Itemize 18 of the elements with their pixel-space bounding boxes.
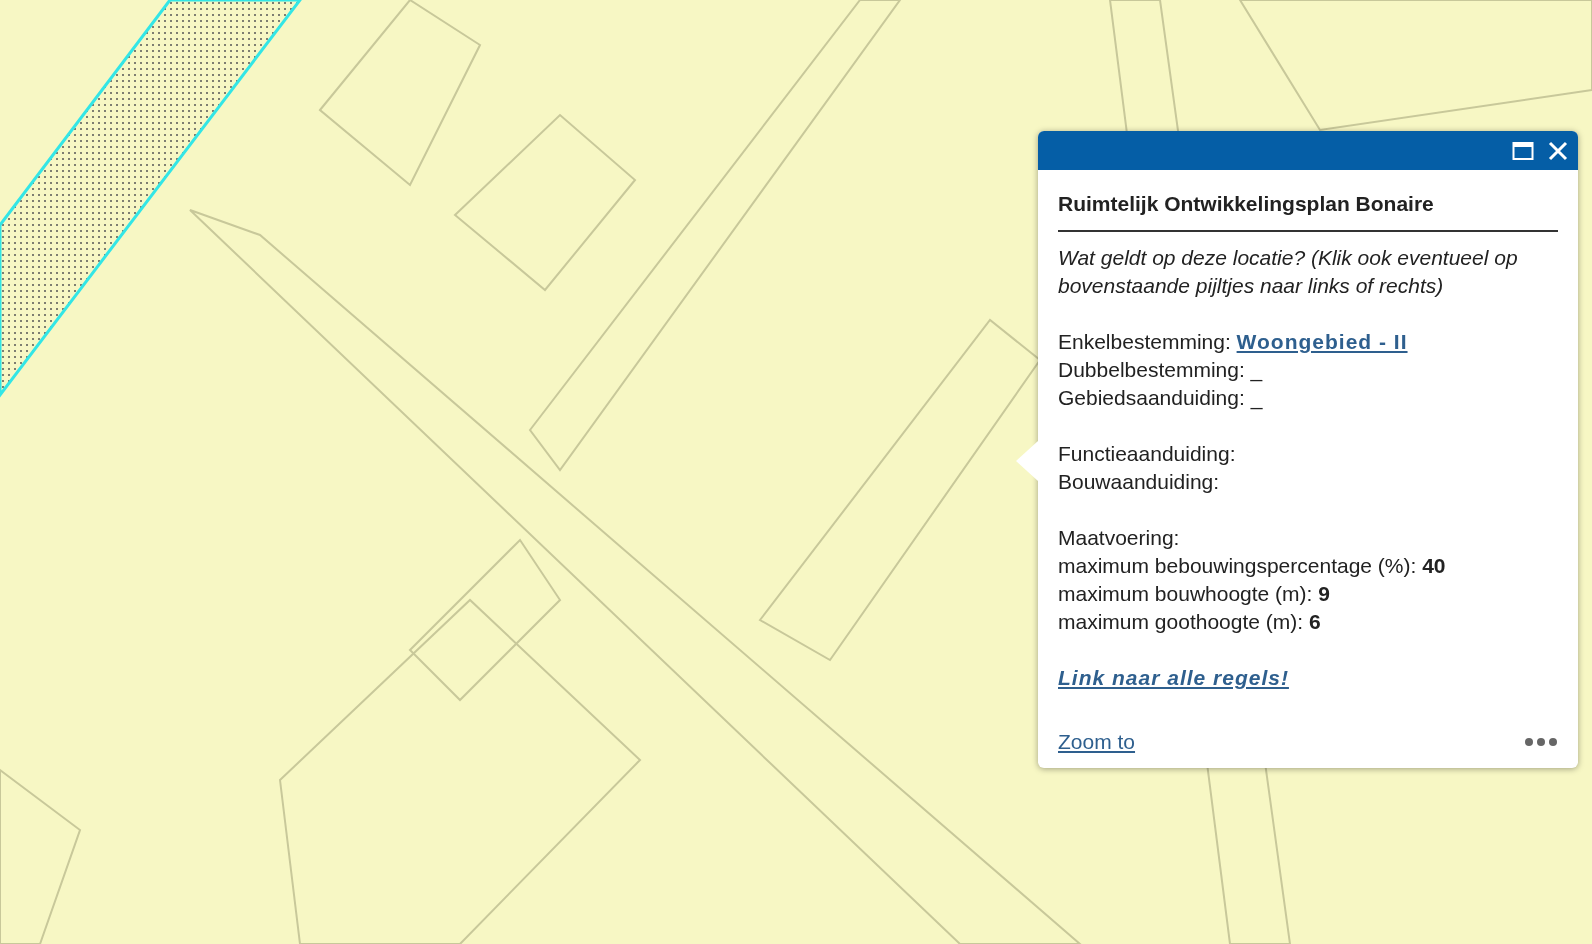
attribute-line: maximum bouwhoogte (m): 9 [1058, 581, 1331, 607]
zoom-to-link[interactable]: Zoom to [1058, 730, 1136, 754]
maximize-icon [1512, 140, 1534, 161]
attribute-line: Functieaanduiding: [1058, 441, 1237, 467]
attribute-line: Gebiedsaanduiding: _ [1058, 385, 1264, 412]
more-button[interactable] [1524, 737, 1558, 747]
popup-title: Ruimtelijk Ontwikkelingsplan Bonaire [1058, 190, 1558, 232]
close-icon [1548, 140, 1568, 161]
attribute-line: maximum bebouwingspercentage (%): 40 [1058, 553, 1447, 579]
rules-link[interactable]: Link naar alle regels! [1058, 666, 1289, 689]
value-link[interactable]: Woongebied - II [1236, 330, 1408, 353]
more-icon [1524, 737, 1558, 747]
attribute-line: maximum goothoogte (m): 6 [1058, 609, 1322, 635]
intro-text: Wat geldt op deze locatie? (Klik ook eventueel op bovenstaande pijltjes naar links of rechts) [1058, 245, 1519, 299]
attribute-line: Bouwaanduiding: [1058, 469, 1221, 495]
attribute-line: Enkelbestemming: Woongebied - II [1058, 329, 1409, 355]
attribute-line: Maatvoering: [1058, 525, 1181, 551]
attribute-line: Dubbelbestemming: _ [1058, 357, 1264, 384]
